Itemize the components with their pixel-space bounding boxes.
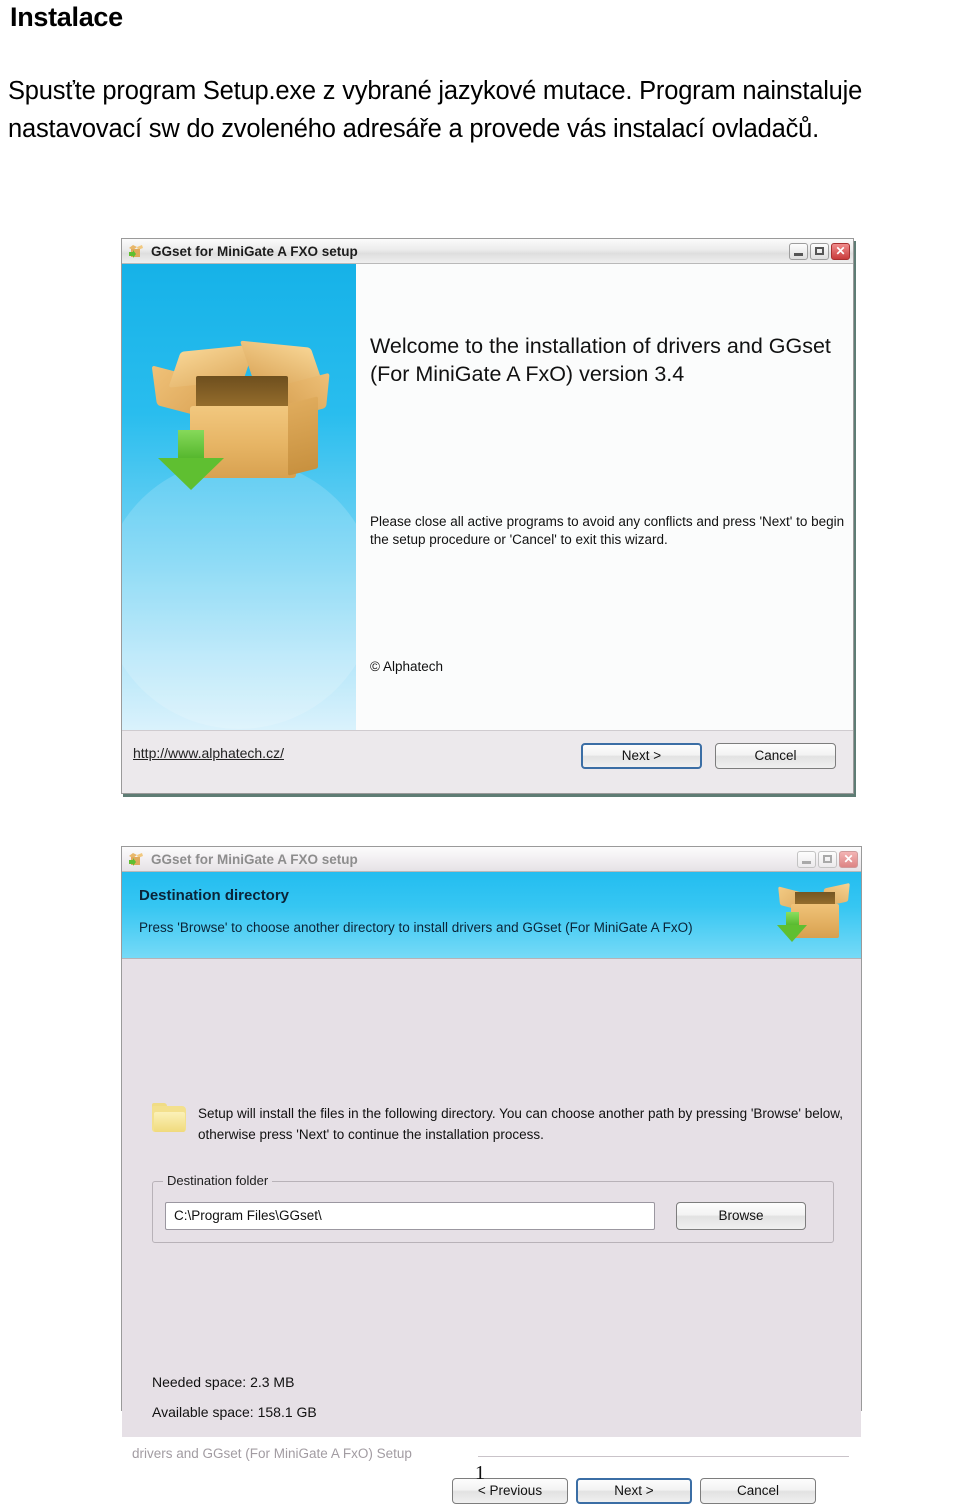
cancel-button[interactable]: Cancel [715, 743, 836, 769]
welcome-setup-window: GGset for MiniGate A FXO setup ✕ Welcome… [121, 238, 854, 794]
welcome-content-pane: Welcome to the installation of drivers a… [356, 264, 853, 767]
arrow-stem [178, 430, 204, 460]
maximize-button[interactable] [818, 850, 837, 868]
green-down-arrow-icon [158, 430, 224, 490]
welcome-banner [122, 264, 356, 730]
destination-setup-window: GGset for MiniGate A FXO setup ✕ Destina… [121, 846, 862, 1504]
setup-box-icon [128, 243, 144, 259]
green-down-arrow-icon [777, 912, 807, 944]
page-title: Instalace [10, 2, 123, 32]
destination-folder-group: Destination folder C:\Program Files\GGse… [152, 1173, 834, 1243]
next-button[interactable]: Next > [581, 743, 702, 769]
welcome-footer: http://www.alphatech.cz/ Next > Cancel [122, 730, 853, 783]
welcome-window-buttons: ✕ [789, 242, 850, 260]
status-divider [478, 1456, 849, 1457]
welcome-titlebar: GGset for MiniGate A FXO setup ✕ [122, 239, 853, 264]
destination-folder-legend: Destination folder [163, 1173, 273, 1188]
arrow-head [777, 925, 807, 942]
welcome-body: Welcome to the installation of drivers a… [122, 264, 853, 783]
page-paragraph: Spusťte program Setup.exe z vybrané jazy… [8, 77, 863, 143]
header-subtitle: Press 'Browse' to choose another directo… [139, 920, 693, 935]
available-space-label: Available space: 158.1 GB [152, 1404, 317, 1420]
setup-box-icon [777, 878, 851, 950]
minimize-icon [794, 252, 803, 256]
destination-titlebar: GGset for MiniGate A FXO setup ✕ [122, 847, 861, 872]
arrow-head [158, 458, 224, 490]
close-icon: ✕ [835, 243, 846, 258]
welcome-title-text: GGset for MiniGate A FXO setup [151, 243, 358, 259]
welcome-instruction: Please close all active programs to avoi… [370, 514, 845, 547]
close-icon: ✕ [843, 851, 854, 866]
minimize-button[interactable] [789, 242, 808, 260]
alphatech-website-link[interactable]: http://www.alphatech.cz/ [133, 745, 284, 761]
setup-box-icon [128, 851, 144, 867]
folder-front [154, 1112, 185, 1132]
page-number: 1 [475, 1462, 485, 1484]
destination-title-text: GGset for MiniGate A FXO setup [151, 851, 358, 867]
maximize-icon [823, 854, 832, 863]
maximize-icon [815, 246, 824, 255]
setup-status-label: drivers and GGset (For MiniGate A FxO) S… [132, 1446, 412, 1461]
welcome-message: Welcome to the installation of drivers a… [370, 334, 831, 386]
minimize-button[interactable] [797, 850, 816, 868]
browse-button[interactable]: Browse [676, 1202, 806, 1230]
header-title: Destination directory [139, 887, 290, 904]
destination-body: Setup will install the files in the foll… [122, 959, 861, 1504]
copyright-label: © Alphatech [370, 659, 443, 674]
arrow-stem [786, 912, 799, 926]
needed-space-label: Needed space: 2.3 MB [152, 1374, 295, 1390]
destination-path-input[interactable]: C:\Program Files\GGset\ [165, 1202, 655, 1230]
box-side-face [288, 396, 318, 476]
cardboard-box-icon [151, 340, 330, 492]
destination-window-buttons: ✕ [797, 850, 858, 868]
close-button[interactable]: ✕ [831, 242, 850, 260]
minimize-icon [802, 860, 811, 864]
banner-ellipse-decoration [122, 459, 356, 729]
destination-instruction: Setup will install the files in the foll… [198, 1106, 844, 1142]
close-button[interactable]: ✕ [839, 850, 858, 868]
folder-icon [152, 1103, 188, 1133]
destination-header-banner: Destination directory Press 'Browse' to … [122, 872, 861, 959]
maximize-button[interactable] [810, 242, 829, 260]
